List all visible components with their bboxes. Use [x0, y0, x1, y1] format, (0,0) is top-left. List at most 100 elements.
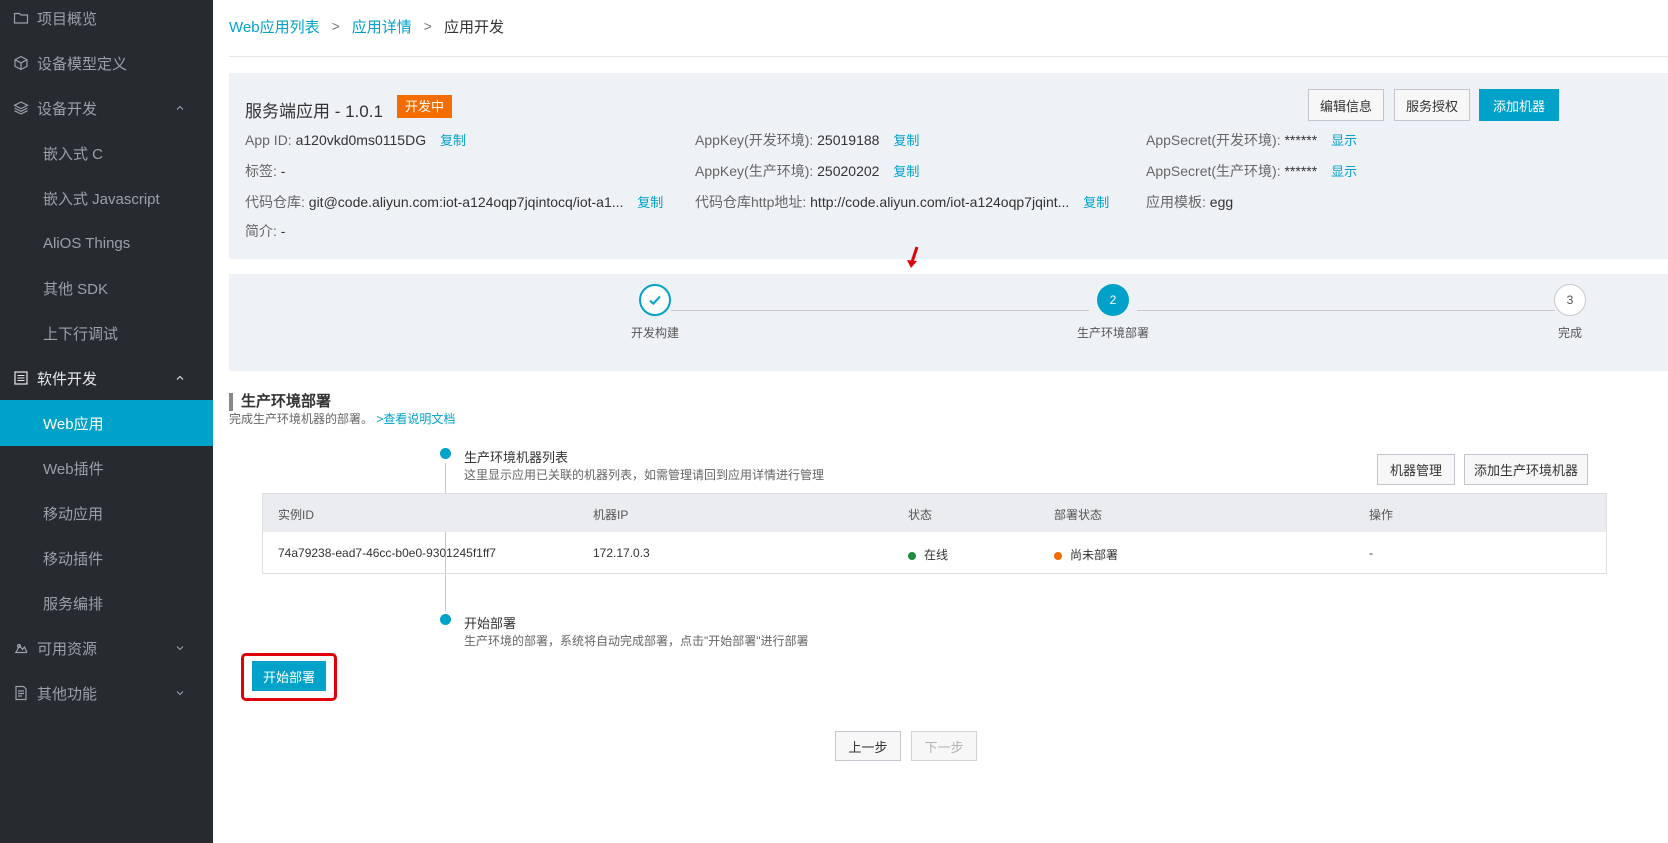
start-deploy-desc: 生产环境的部署，系统将自动完成部署，点击"开始部署"进行部署 — [464, 634, 809, 648]
sidebar-item-web-plugin[interactable]: Web插件 — [0, 444, 213, 492]
step-3-label: 完成 — [1557, 326, 1583, 340]
sidebar-item-label: 可用资源 — [37, 640, 98, 658]
sidebar-item-device-dev[interactable]: 设备开发 — [0, 84, 213, 132]
sidebar-item-debug[interactable]: 上下行调试 — [0, 309, 213, 357]
machine-list-desc: 这里显示应用已关联的机器列表，如需管理请回到应用详情进行管理 — [464, 468, 825, 482]
appkey-prod-row: AppKey(生产环境): 25020202 复制 — [695, 161, 919, 181]
sidebar-item-service-orchestration[interactable]: 服务编排 — [0, 579, 213, 627]
service-auth-button[interactable]: 服务授权 — [1394, 89, 1470, 121]
copy-repo-http-link[interactable]: 复制 — [1083, 195, 1109, 210]
copy-appkey-dev-link[interactable]: 复制 — [893, 133, 919, 148]
appsecret-dev-row: AppSecret(开发环境): ****** 显示 — [1146, 130, 1357, 150]
breadcrumb-current: 应用开发 — [443, 18, 504, 36]
template-label: 应用模板: — [1146, 194, 1206, 210]
status-text: 在线 — [924, 548, 949, 562]
chevron-down-icon — [176, 646, 184, 651]
sidebar-item-resources[interactable]: 可用资源 — [0, 624, 213, 672]
breadcrumb: Web应用列表 > 应用详情 > 应用开发 — [229, 16, 504, 37]
repo-http-value: http://code.aliyun.com/iot-a124oqp7jqint… — [810, 194, 1070, 210]
main-content: Web应用列表 > 应用详情 > 应用开发 服务端应用 - 1.0.1 开发中 … — [213, 0, 1668, 843]
appsecret-prod-value: ****** — [1284, 163, 1318, 179]
col-instance-id: 实例ID — [278, 508, 315, 522]
appsecret-prod-label: AppSecret(生产环境): — [1146, 163, 1281, 179]
app-id-label: App ID: — [245, 132, 292, 148]
tag-value: - — [280, 163, 286, 179]
show-appsecret-prod-link[interactable]: 显示 — [1331, 164, 1357, 179]
start-deploy-button[interactable]: 开始部署 — [252, 661, 326, 691]
document-icon — [15, 685, 27, 701]
deploy-status-text: 尚未部署 — [1070, 548, 1119, 562]
sidebar-item-device-model[interactable]: 设备模型定义 — [0, 39, 213, 87]
sidebar-item-embedded-js[interactable]: 嵌入式 Javascript — [0, 174, 213, 222]
sidebar-item-mobile-app[interactable]: 移动应用 — [0, 489, 213, 537]
sidebar-item-label: 服务编排 — [43, 595, 104, 613]
breadcrumb-separator: > — [423, 18, 432, 34]
cell-deploy-status: 尚未部署 — [1054, 546, 1118, 563]
machine-table: 实例ID 机器IP 状态 部署状态 操作 74a79238-ead7-46cc-… — [262, 493, 1607, 574]
col-actions: 操作 — [1369, 508, 1394, 522]
intro-value: - — [280, 223, 286, 239]
table-header — [263, 494, 1606, 532]
sidebar-item-other-features[interactable]: 其他功能 — [0, 669, 213, 717]
sidebar-item-label: 其他功能 — [37, 685, 98, 703]
cell-instance-id: 74a79238-ead7-46cc-b0e0-9301245f1ff7 — [278, 546, 496, 560]
prev-step-button[interactable]: 上一步 — [835, 731, 901, 761]
resource-icon — [15, 643, 28, 654]
appsecret-dev-label: AppSecret(开发环境): — [1146, 132, 1281, 148]
view-docs-link[interactable]: >查看说明文档 — [376, 412, 455, 426]
cube-icon — [14, 55, 28, 71]
sidebar: 项目概览 设备模型定义 设备开发 嵌入式 C 嵌入式 Javascript Al… — [0, 0, 213, 843]
sidebar-item-label: 软件开发 — [37, 370, 98, 388]
add-machine-button[interactable]: 添加机器 — [1479, 89, 1559, 121]
col-status: 状态 — [908, 508, 933, 522]
chevron-up-icon — [176, 105, 184, 110]
cell-machine-ip: 172.17.0.3 — [593, 546, 650, 560]
sidebar-item-software-dev[interactable]: 软件开发 — [0, 354, 213, 402]
sidebar-item-alios-things[interactable]: AliOS Things — [0, 219, 213, 267]
next-step-button[interactable]: 下一步 — [911, 731, 977, 761]
sidebar-item-other-sdk[interactable]: 其他 SDK — [0, 264, 213, 312]
app-id-row: App ID: a120vkd0ms0115DG 复制 — [245, 130, 466, 149]
repo-http-label: 代码仓库http地址: — [695, 194, 807, 210]
red-arrow-annotation-icon — [907, 246, 919, 268]
appkey-dev-label: AppKey(开发环境): — [695, 132, 814, 148]
folder-icon — [13, 12, 29, 24]
sidebar-item-label: 嵌入式 C — [43, 145, 104, 163]
breadcrumb-web-app-list[interactable]: Web应用列表 — [229, 16, 320, 37]
appkey-dev-row: AppKey(开发环境): 25019188 复制 — [695, 130, 919, 150]
copy-repo-link[interactable]: 复制 — [637, 195, 663, 210]
step-2-label: 生产环境部署 — [1076, 326, 1150, 340]
tag-row: 标签: - — [245, 161, 285, 181]
app-title: 服务端应用 - 1.0.1 — [245, 102, 383, 121]
sidebar-item-project-overview[interactable]: 项目概览 — [0, 0, 213, 42]
chevron-up-icon — [176, 375, 184, 380]
breadcrumb-separator: > — [331, 18, 340, 34]
sidebar-item-embedded-c[interactable]: 嵌入式 C — [0, 129, 213, 177]
show-appsecret-dev-link[interactable]: 显示 — [1331, 133, 1357, 148]
step-3-pending: 3 — [1554, 284, 1586, 316]
sidebar-item-web-app[interactable]: Web应用 — [0, 400, 213, 446]
repo-value: git@code.aliyun.com:iot-a124oqp7jqintocq… — [308, 194, 624, 210]
section-desc-text: 完成生产环境机器的部署。 — [229, 412, 374, 426]
machine-manage-button[interactable]: 机器管理 — [1377, 454, 1455, 485]
breadcrumb-app-detail[interactable]: 应用详情 — [352, 16, 412, 37]
divider — [229, 56, 1668, 57]
sidebar-item-label: 其他 SDK — [43, 280, 109, 298]
copy-app-id-link[interactable]: 复制 — [440, 133, 466, 148]
list-icon — [14, 371, 28, 385]
sidebar-item-mobile-plugin[interactable]: 移动插件 — [0, 534, 213, 582]
appsecret-prod-row: AppSecret(生产环境): ****** 显示 — [1146, 161, 1357, 181]
intro-label: 简介: — [245, 223, 277, 239]
edit-info-button[interactable]: 编辑信息 — [1308, 89, 1384, 121]
repo-http-row: 代码仓库http地址: http://code.aliyun.com/iot-a… — [695, 192, 1109, 212]
repo-row: 代码仓库: git@code.aliyun.com:iot-a124oqp7jq… — [245, 192, 663, 212]
template-row: 应用模板: egg — [1146, 192, 1233, 212]
copy-appkey-prod-link[interactable]: 复制 — [893, 164, 919, 179]
add-prod-machine-button[interactable]: 添加生产环境机器 — [1464, 454, 1588, 485]
timeline-dot — [440, 614, 451, 625]
sidebar-item-label: Web应用 — [43, 415, 104, 433]
intro-row: 简介: - — [245, 221, 285, 241]
col-machine-ip: 机器IP — [593, 508, 629, 522]
appsecret-dev-value: ****** — [1284, 132, 1318, 148]
online-status-dot-icon — [908, 551, 916, 560]
